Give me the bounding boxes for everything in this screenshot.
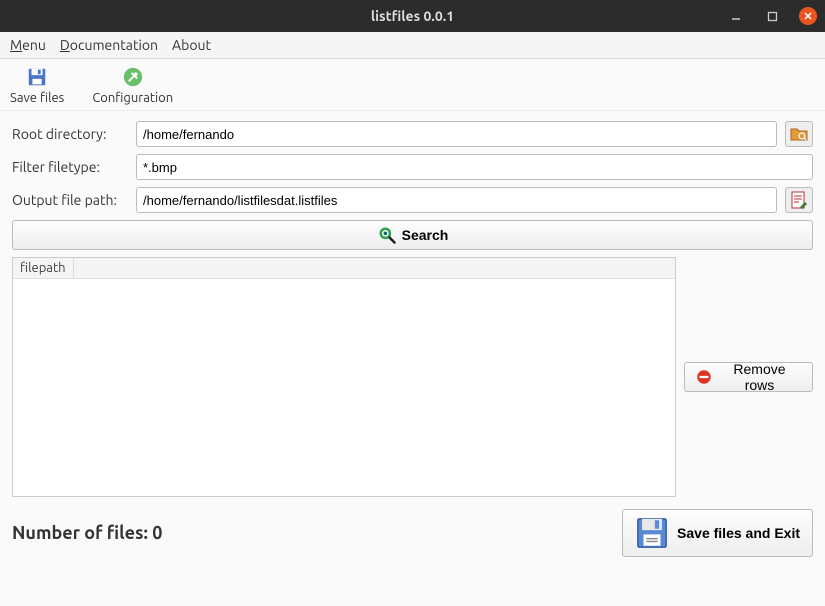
grid-column-filepath[interactable]: filepath — [13, 258, 74, 278]
middle-section: filepath Remove rows — [0, 257, 825, 497]
results-grid[interactable]: filepath — [12, 257, 676, 497]
filter-label: Filter filetype: — [12, 159, 128, 175]
toolbar-configuration[interactable]: Configuration — [92, 65, 173, 105]
edit-file-icon — [790, 191, 808, 209]
filter-input[interactable] — [136, 154, 813, 180]
floppy-large-icon — [635, 516, 669, 550]
search-button[interactable]: Search — [12, 220, 813, 250]
browse-output-button[interactable] — [785, 187, 813, 213]
remove-icon — [695, 368, 713, 386]
folder-open-icon — [790, 126, 808, 142]
form-area: Root directory: Filter filetype: Output … — [0, 111, 825, 250]
grid-body[interactable] — [13, 279, 675, 496]
remove-rows-button[interactable]: Remove rows — [684, 362, 813, 392]
save-files-and-exit-button[interactable]: Save files and Exit — [622, 509, 813, 557]
window-controls — [727, 7, 817, 25]
remove-rows-label: Remove rows — [717, 361, 802, 393]
toolbar-save-files-label: Save files — [10, 91, 64, 105]
titlebar: listfiles 0.0.1 — [0, 0, 825, 32]
output-path-input[interactable] — [136, 187, 777, 213]
grid-header: filepath — [13, 258, 675, 279]
toolbar-save-files[interactable]: Save files — [10, 65, 64, 105]
search-button-label: Search — [402, 227, 449, 243]
file-count: Number of files: 0 — [12, 523, 162, 543]
minimize-icon — [730, 10, 742, 22]
toolbar: Save files Configuration — [0, 59, 825, 111]
root-dir-input[interactable] — [136, 121, 777, 147]
output-path-label: Output file path: — [12, 192, 128, 208]
minimize-button[interactable] — [727, 7, 745, 25]
close-button[interactable] — [799, 7, 817, 25]
maximize-icon — [767, 11, 778, 22]
save-exit-label: Save files and Exit — [677, 525, 800, 541]
browse-root-dir-button[interactable] — [785, 121, 813, 147]
menu-item-documentation[interactable]: Documentation — [60, 37, 158, 53]
maximize-button[interactable] — [763, 7, 781, 25]
menubar: Menu Documentation About — [0, 32, 825, 59]
toolbar-configuration-label: Configuration — [92, 91, 173, 105]
file-count-value: 0 — [152, 523, 162, 543]
search-icon — [377, 225, 397, 245]
floppy-icon — [25, 65, 49, 89]
bottom-bar: Number of files: 0 Save files and Exit — [0, 497, 825, 557]
menu-item-menu[interactable]: Menu — [10, 37, 46, 53]
file-count-prefix: Number of files: — [12, 523, 152, 543]
window-title: listfiles 0.0.1 — [371, 8, 454, 24]
menu-item-about[interactable]: About — [172, 37, 211, 53]
root-dir-label: Root directory: — [12, 126, 128, 142]
tools-icon — [121, 65, 145, 89]
close-icon — [803, 11, 813, 21]
